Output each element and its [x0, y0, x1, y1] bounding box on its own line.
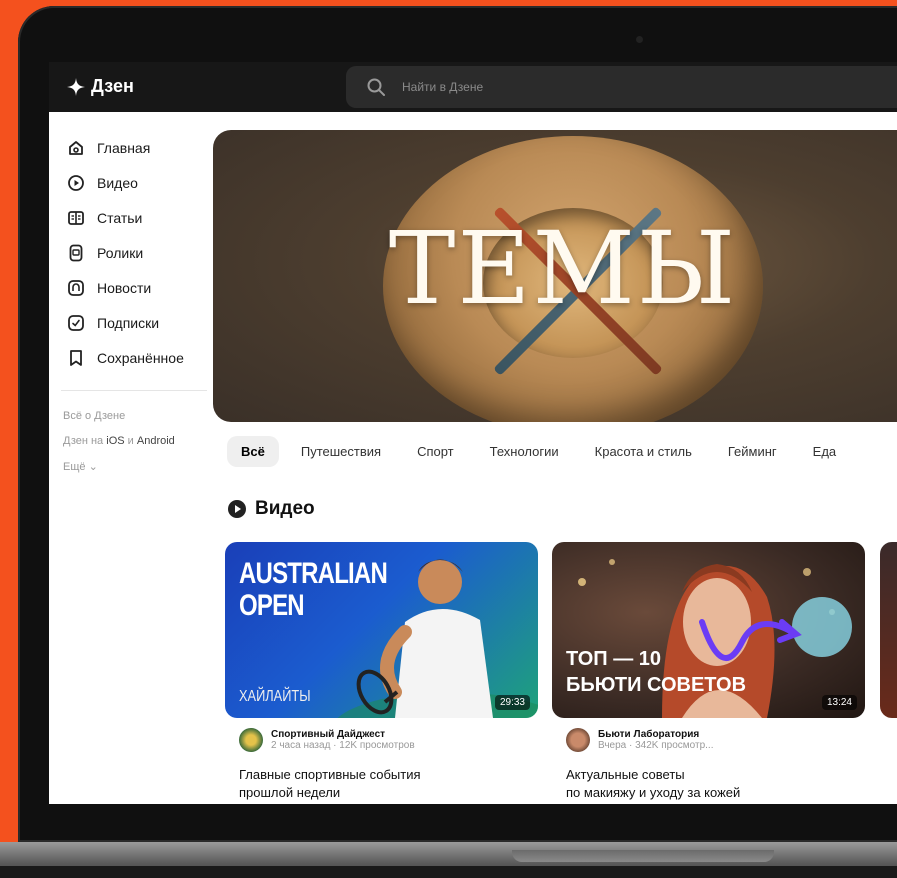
browser-screen: Дзен Главная Видео Статьи Ролики: [49, 62, 897, 804]
logo[interactable]: Дзен: [67, 76, 134, 97]
apps-prefix: Дзен на: [63, 435, 104, 447]
avatar[interactable]: [566, 728, 590, 752]
sidebar: Главная Видео Статьи Ролики Новости Подп…: [49, 112, 209, 804]
category-tabs: Всё Путешествия Спорт Технологии Красота…: [227, 434, 850, 468]
top-bar: Дзен: [49, 62, 897, 112]
more-label: Ещё: [63, 461, 86, 473]
tab-gaming[interactable]: Гейминг: [714, 436, 791, 467]
sidebar-item-video[interactable]: Видео: [67, 171, 138, 195]
sidebar-item-label: Сохранённое: [97, 350, 184, 366]
android-link[interactable]: Android: [137, 435, 175, 447]
video-card[interactable]: AUSTRALIAN OPEN ХАЙЛАЙТЫ 29:33 Спортивны…: [225, 542, 538, 804]
sidebar-item-news[interactable]: Новости: [67, 276, 151, 300]
hero-banner[interactable]: ТЕМЫ: [213, 130, 897, 422]
subscriptions-icon: [68, 315, 84, 331]
video-card-partial[interactable]: [880, 542, 897, 718]
video-title[interactable]: Актуальные советы по макияжу и уходу за …: [566, 766, 856, 802]
camera-dot: [636, 36, 643, 43]
thumb-title-line: AUSTRALIAN: [239, 557, 388, 590]
chevron-down-icon: ⌄: [88, 461, 98, 473]
video-title-line: прошлой недели: [239, 785, 341, 800]
sparkle-icon: [67, 77, 85, 96]
video-title-line: Актуальные советы: [566, 767, 685, 782]
tab-travel[interactable]: Путешествия: [287, 436, 395, 467]
channel-info[interactable]: Спортивный Дайджест 2 часа назад · 12K п…: [239, 728, 415, 752]
laptop-base-shadow: [0, 866, 897, 878]
home-icon: [69, 141, 83, 155]
tab-food[interactable]: Еда: [799, 436, 851, 467]
video-duration: 13:24: [821, 695, 857, 710]
channel-name[interactable]: Спортивный Дайджест: [271, 729, 415, 740]
search-input[interactable]: [400, 79, 804, 95]
news-icon: [68, 280, 84, 296]
sidebar-item-saved[interactable]: Сохранённое: [67, 346, 184, 370]
avatar[interactable]: [239, 728, 263, 752]
apps-and: и: [127, 435, 134, 447]
thumb-title-line: ТОП — 10: [566, 648, 662, 670]
thumb-subtitle: ХАЙЛАЙТЫ: [239, 688, 311, 705]
tab-tech[interactable]: Технологии: [476, 436, 573, 467]
sidebar-item-articles[interactable]: Статьи: [67, 206, 142, 230]
sidebar-item-shorts[interactable]: Ролики: [67, 241, 143, 265]
tab-beauty[interactable]: Красота и стиль: [581, 436, 706, 467]
search-icon: [367, 78, 385, 96]
articles-icon: [68, 211, 84, 225]
thumb-title: ТОП — 10 БЬЮТИ СОВЕТОВ: [566, 646, 746, 698]
search-bar[interactable]: [346, 66, 897, 108]
sidebar-divider: [61, 390, 207, 391]
channel-name[interactable]: Бьюти Лаборатория: [598, 729, 713, 740]
about-link[interactable]: Всё о Дзене: [63, 410, 125, 422]
video-meta: 2 часа назад · 12K просмотров: [271, 740, 415, 751]
section-title-label: Видео: [255, 498, 315, 519]
sidebar-item-label: Статьи: [97, 210, 143, 226]
more-link[interactable]: Ещё ⌄: [63, 460, 98, 473]
video-thumbnail[interactable]: AUSTRALIAN OPEN ХАЙЛАЙТЫ 29:33: [225, 542, 538, 718]
shorts-icon: [69, 244, 83, 262]
video-title-line: Главные спортивные события: [239, 767, 421, 782]
logo-text: Дзен: [91, 76, 134, 96]
sidebar-item-label: Главная: [97, 140, 151, 156]
sidebar-item-subscriptions[interactable]: Подписки: [67, 311, 159, 335]
sidebar-item-home[interactable]: Главная: [67, 136, 150, 160]
video-card[interactable]: ТОП — 10 БЬЮТИ СОВЕТОВ 13:24 Бьюти Лабор…: [552, 542, 865, 804]
tab-all[interactable]: Всё: [227, 435, 279, 467]
bookmark-icon: [70, 350, 82, 366]
thumb-title-line: БЬЮТИ СОВЕТОВ: [566, 674, 747, 696]
sidebar-item-label: Подписки: [97, 315, 160, 331]
channel-info[interactable]: Бьюти Лаборатория Вчера · 342K просмотр.…: [566, 728, 713, 752]
video-play-icon: [228, 500, 246, 518]
apps-line: Дзен на iOS и Android: [63, 435, 175, 447]
sidebar-item-label: Видео: [97, 175, 138, 191]
video-title[interactable]: Главные спортивные события прошлой недел…: [239, 766, 529, 802]
video-duration: 29:33: [494, 695, 530, 710]
tab-sport[interactable]: Спорт: [403, 436, 468, 467]
video-icon: [68, 175, 84, 191]
video-title-line: по макияжу и уходу за кожей: [566, 785, 741, 800]
banner-title: ТЕМЫ: [388, 210, 738, 327]
thumb-title-line: OPEN: [239, 589, 305, 622]
laptop-notch: [512, 850, 774, 862]
sidebar-item-label: Ролики: [97, 245, 144, 261]
sidebar-item-label: Новости: [97, 280, 152, 296]
video-meta: Вчера · 342K просмотр...: [598, 740, 714, 751]
ios-link[interactable]: iOS: [106, 435, 124, 447]
section-title[interactable]: Видео: [227, 498, 315, 520]
video-thumbnail[interactable]: ТОП — 10 БЬЮТИ СОВЕТОВ 13:24: [552, 542, 865, 718]
thumb-title: AUSTRALIAN OPEN: [239, 557, 388, 622]
